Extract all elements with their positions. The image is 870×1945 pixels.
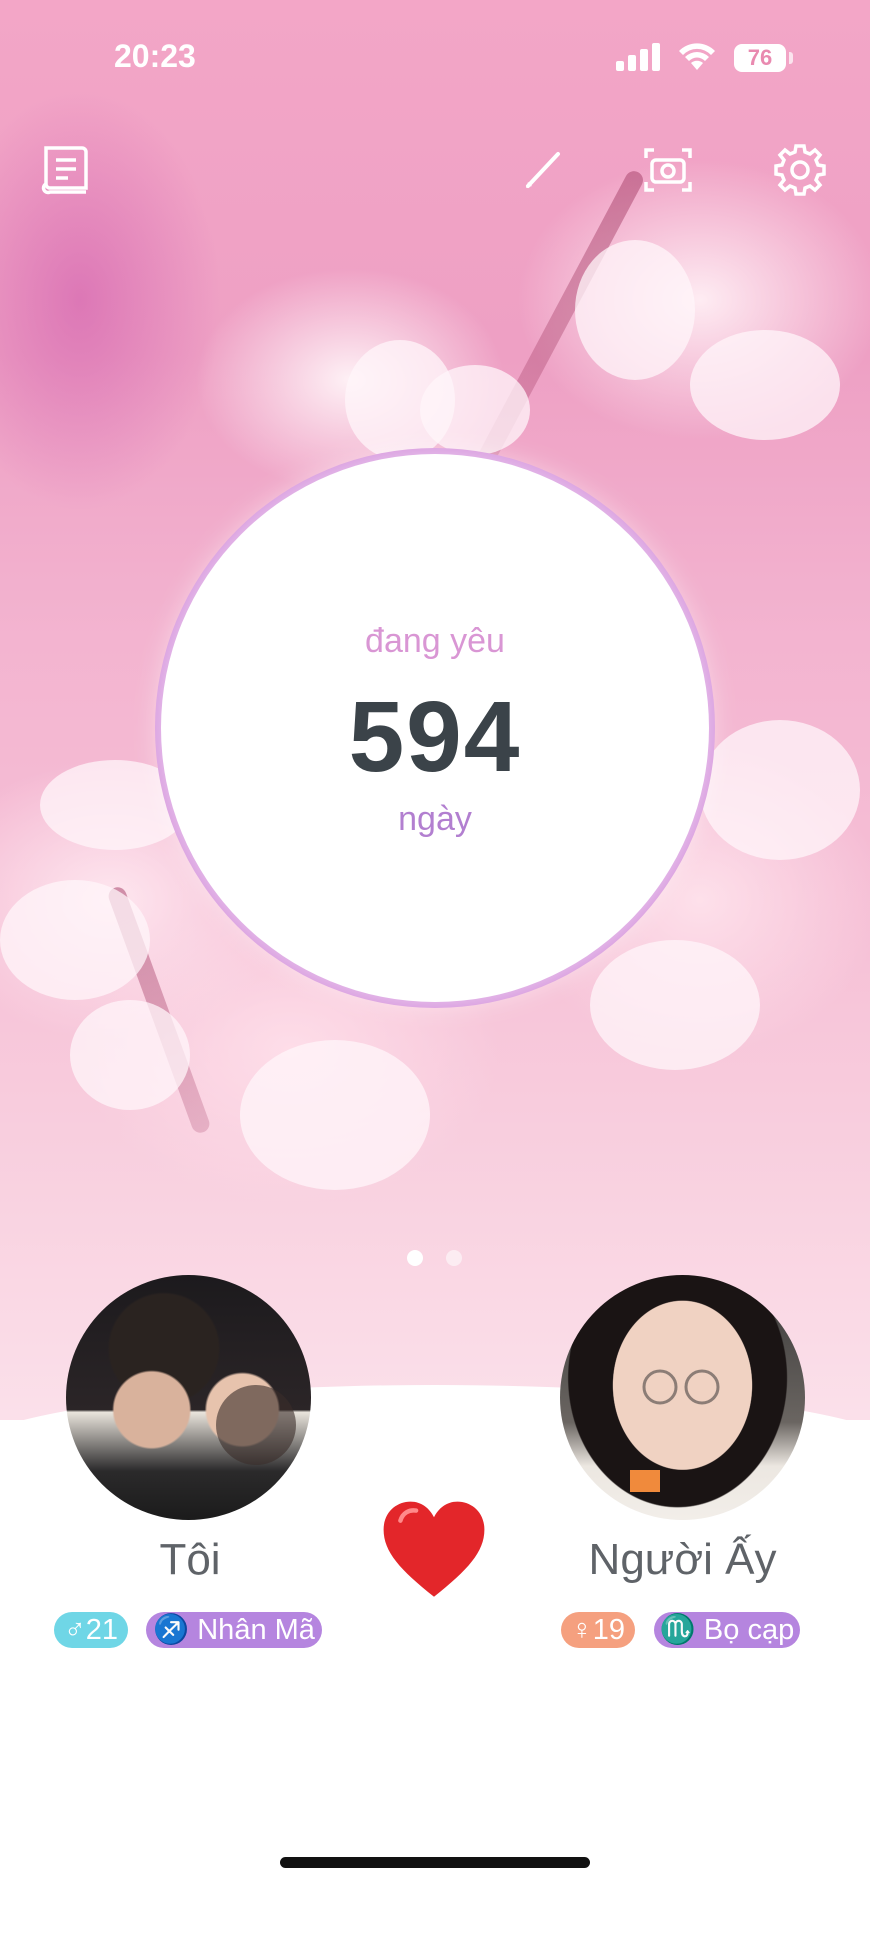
petal-decoration [240, 1040, 430, 1190]
petal-decoration [590, 940, 760, 1070]
battery-indicator: 76 [734, 44, 786, 72]
partner-avatar[interactable] [560, 1275, 805, 1520]
days-count: 594 [348, 681, 522, 793]
my-zodiac-badge: ♐ Nhân Mã [146, 1612, 322, 1648]
petal-decoration [690, 330, 840, 440]
petal-decoration [420, 365, 530, 455]
gear-icon[interactable] [770, 140, 830, 200]
partner-name: Người Ấy [588, 1535, 777, 1584]
unit-label: ngày [398, 800, 472, 838]
book-icon[interactable] [36, 140, 96, 200]
page-dot[interactable] [446, 1250, 462, 1266]
partner-zodiac-badge: ♏ Bọ cạp [654, 1612, 800, 1648]
partner-age-badge: ♀19 [561, 1612, 635, 1648]
my-avatar[interactable] [66, 1275, 311, 1520]
clock: 20:23 [114, 38, 196, 74]
camera-icon[interactable] [638, 140, 698, 200]
petal-decoration [575, 240, 695, 380]
my-name: Tôi [159, 1535, 221, 1584]
wifi-icon [679, 43, 715, 70]
pencil-icon[interactable] [514, 140, 574, 200]
status-bar: 20:23 76 [0, 0, 870, 110]
petal-decoration [70, 1000, 190, 1110]
signal-icon [616, 43, 664, 71]
battery-tip [789, 52, 793, 64]
page-dot-active[interactable] [407, 1250, 423, 1266]
petal-decoration [0, 880, 150, 1000]
my-age-badge: ♂21 [54, 1612, 128, 1648]
photo-placeholder-icon [630, 1369, 720, 1492]
home-indicator[interactable] [280, 1857, 590, 1868]
status-label: đang yêu [365, 622, 505, 660]
red-heart-icon[interactable] [378, 1496, 490, 1608]
photo-placeholder-icon [216, 1385, 296, 1465]
